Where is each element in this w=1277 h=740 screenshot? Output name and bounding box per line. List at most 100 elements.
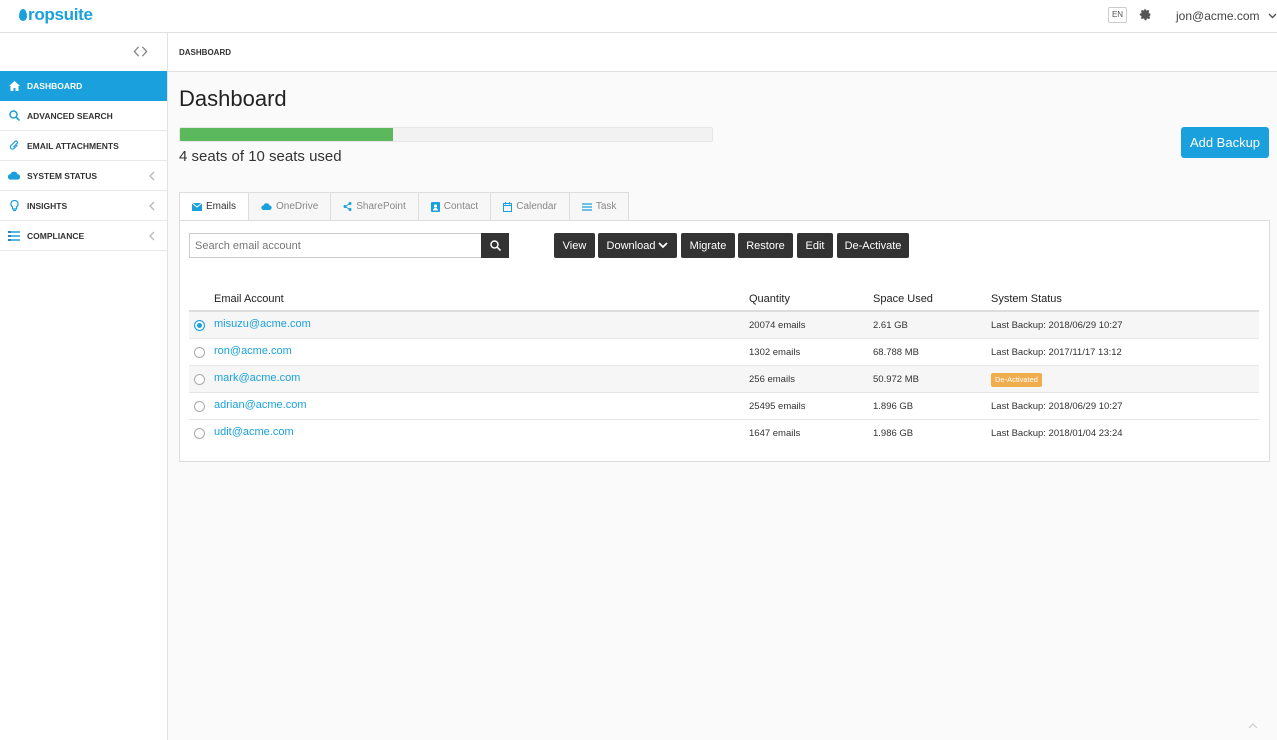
sidebar-item-label: Dashboard bbox=[27, 80, 83, 91]
email-account-link[interactable]: misuzu@acme.com bbox=[214, 318, 311, 330]
task-icon bbox=[581, 202, 592, 211]
sidebar-item-label: Compliance bbox=[27, 230, 85, 241]
space-used-cell: 50.972 MB bbox=[873, 374, 919, 385]
system-status-cell: Last Backup: 2018/06/29 10:27 bbox=[991, 401, 1123, 412]
lightbulb-icon bbox=[8, 199, 20, 212]
edit-button[interactable]: Edit bbox=[797, 233, 833, 258]
download-button[interactable]: Download bbox=[598, 233, 677, 258]
tab-calendar[interactable]: Calendar bbox=[491, 192, 570, 221]
system-status-cell: Last Backup: 2017/11/17 13:12 bbox=[991, 347, 1122, 358]
tab-label: SharePoint bbox=[356, 201, 406, 212]
sidebar-item-dashboard[interactable]: Dashboard bbox=[0, 71, 167, 101]
view-label: View bbox=[562, 239, 587, 252]
collapse-sidebar-icon[interactable] bbox=[133, 44, 148, 59]
row-radio[interactable] bbox=[194, 428, 205, 439]
tab-label: Contact bbox=[443, 201, 479, 212]
sidebar-item-email-attachments[interactable]: Email Attachments bbox=[0, 131, 167, 161]
tab-label: Calendar bbox=[516, 201, 557, 212]
email-account-link[interactable]: udit@acme.com bbox=[214, 426, 294, 438]
breadcrumb-bar: Dashboard bbox=[168, 33, 1277, 72]
email-account-link[interactable]: mark@acme.com bbox=[214, 372, 300, 384]
restore-label: Restore bbox=[746, 239, 785, 252]
contact-icon bbox=[430, 201, 440, 212]
table-row[interactable]: udit@acme.com 1647 emails 1.986 GB Last … bbox=[189, 420, 1259, 447]
deactivated-badge: De-Activated bbox=[991, 373, 1042, 387]
sidebar-nav: Dashboard Advanced Search Email Attachme… bbox=[0, 71, 167, 251]
tab-label: Task bbox=[595, 201, 617, 212]
row-radio[interactable] bbox=[194, 347, 205, 358]
service-tabs: Emails OneDrive SharePoint Contact Calen… bbox=[179, 192, 630, 221]
tab-contact[interactable]: Contact bbox=[418, 192, 492, 221]
tab-label: Emails bbox=[206, 201, 237, 212]
sidebar-item-label: System Status bbox=[27, 170, 98, 181]
search-input[interactable] bbox=[189, 233, 482, 258]
row-radio[interactable] bbox=[194, 320, 205, 331]
quantity-cell: 256 emails bbox=[749, 374, 795, 385]
column-header-quantity[interactable]: Quantity bbox=[749, 293, 790, 305]
deactivate-label: De-Activate bbox=[844, 239, 902, 252]
system-status-cell: Last Backup: 2018/01/04 23:24 bbox=[991, 428, 1123, 439]
column-header-space-used[interactable]: Space Used bbox=[873, 293, 933, 305]
user-menu[interactable]: jon@acme.com bbox=[1176, 9, 1277, 23]
chevron-left-icon bbox=[149, 171, 155, 181]
seats-progress-fill bbox=[180, 128, 393, 141]
envelope-icon bbox=[192, 202, 202, 211]
sidebar-item-insights[interactable]: Insights bbox=[0, 191, 167, 221]
table-row[interactable]: ron@acme.com 1302 emails 68.788 MB Last … bbox=[189, 339, 1259, 366]
space-used-cell: 1.986 GB bbox=[873, 428, 914, 439]
seats-used-text: 4 seats of 10 seats used bbox=[179, 148, 342, 165]
gear-icon[interactable] bbox=[1139, 8, 1152, 21]
paperclip-icon bbox=[8, 140, 20, 152]
view-button[interactable]: View bbox=[554, 233, 595, 258]
search-icon bbox=[489, 240, 501, 251]
tab-emails[interactable]: Emails bbox=[179, 192, 250, 221]
search-button[interactable] bbox=[481, 233, 509, 258]
dropsuite-logo[interactable]: ropsuite bbox=[19, 5, 93, 25]
sidebar-item-system-status[interactable]: System Status bbox=[0, 161, 167, 191]
system-status-cell: Last Backup: 2018/06/29 10:27 bbox=[991, 320, 1123, 331]
email-account-link[interactable]: ron@acme.com bbox=[214, 345, 292, 357]
tab-sharepoint[interactable]: SharePoint bbox=[331, 192, 419, 221]
sidebar-item-label: Advanced Search bbox=[27, 110, 113, 121]
cloud-icon bbox=[8, 170, 20, 182]
migrate-button[interactable]: Migrate bbox=[681, 233, 735, 258]
share-icon bbox=[343, 202, 352, 211]
cloud-icon bbox=[261, 203, 272, 210]
migrate-label: Migrate bbox=[689, 239, 727, 252]
quantity-cell: 1302 emails bbox=[749, 347, 801, 358]
row-radio[interactable] bbox=[194, 401, 205, 412]
restore-button[interactable]: Restore bbox=[738, 233, 793, 258]
drop-icon bbox=[19, 9, 27, 21]
calendar-icon bbox=[503, 201, 513, 212]
sidebar-item-label: Email Attachments bbox=[27, 140, 119, 151]
table-row[interactable]: adrian@acme.com 25495 emails 1.896 GB La… bbox=[189, 393, 1259, 420]
deactivate-button[interactable]: De-Activate bbox=[837, 233, 909, 258]
logo-text: ropsuite bbox=[28, 5, 93, 24]
page-title: Dashboard bbox=[179, 86, 287, 111]
language-selector[interactable]: EN bbox=[1108, 7, 1127, 23]
table-row[interactable]: misuzu@acme.com 20074 emails 2.61 GB Las… bbox=[189, 312, 1259, 339]
user-email: jon@acme.com bbox=[1176, 9, 1260, 23]
sidebar: Dashboard Advanced Search Email Attachme… bbox=[0, 33, 168, 740]
sidebar-item-advanced-search[interactable]: Advanced Search bbox=[0, 101, 167, 131]
chevron-down-icon bbox=[1268, 13, 1277, 19]
tab-onedrive[interactable]: OneDrive bbox=[249, 192, 332, 221]
search-icon bbox=[8, 110, 20, 122]
quantity-cell: 1647 emails bbox=[749, 428, 801, 439]
sidebar-item-label: Insights bbox=[27, 200, 68, 211]
column-header-email-account[interactable]: Email Account bbox=[214, 293, 284, 305]
breadcrumb[interactable]: Dashboard bbox=[179, 48, 231, 57]
tab-task[interactable]: Task bbox=[569, 192, 630, 221]
quantity-cell: 25495 emails bbox=[749, 401, 806, 412]
sidebar-item-compliance[interactable]: Compliance bbox=[0, 221, 167, 251]
row-radio[interactable] bbox=[194, 374, 205, 385]
scroll-to-top-icon[interactable] bbox=[1248, 722, 1258, 730]
chevron-down-icon bbox=[658, 242, 669, 249]
top-bar: ropsuite EN jon@acme.com bbox=[0, 0, 1277, 33]
edit-label: Edit bbox=[805, 239, 825, 252]
email-account-link[interactable]: adrian@acme.com bbox=[214, 399, 306, 411]
column-header-system-status[interactable]: System Status bbox=[991, 293, 1062, 305]
download-label: Download bbox=[606, 239, 656, 252]
add-backup-button[interactable]: Add Backup bbox=[1181, 127, 1269, 158]
table-row[interactable]: mark@acme.com 256 emails 50.972 MB De-Ac… bbox=[189, 366, 1259, 393]
